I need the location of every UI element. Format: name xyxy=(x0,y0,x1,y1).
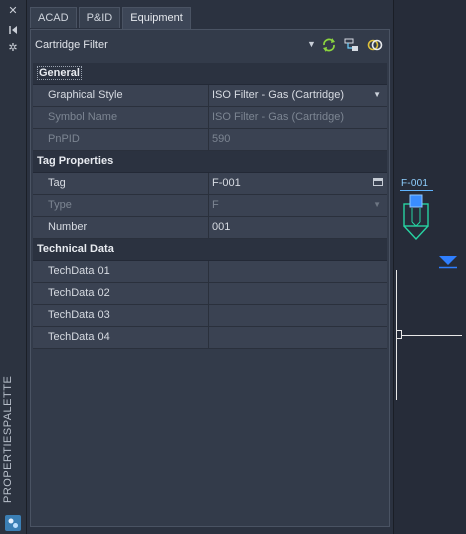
flow-arrow-icon[interactable] xyxy=(438,255,458,269)
property-row-symbol-name: Symbol Name ISO Filter - Gas (Cartridge) xyxy=(33,107,387,129)
chevron-down-icon[interactable]: ▼ xyxy=(307,39,316,49)
property-row-techdata-02[interactable]: TechData 02 xyxy=(33,283,387,305)
property-row-techdata-01[interactable]: TechData 01 xyxy=(33,261,387,283)
tag-underline xyxy=(400,190,433,191)
properties-palette: ACAD P&ID Equipment Cartridge Filter ▼ G… xyxy=(27,0,394,534)
property-row-techdata-03[interactable]: TechData 03 xyxy=(33,305,387,327)
auto-hide-icon[interactable] xyxy=(7,24,19,36)
category-general[interactable]: General xyxy=(33,63,387,85)
cartridge-filter-symbol[interactable] xyxy=(403,194,429,240)
object-selector[interactable]: Cartridge Filter ▼ xyxy=(31,30,389,60)
palette-title-strip: ✕ ✲ PROPERTIESPALETTE xyxy=(0,0,27,534)
palette-tabs: ACAD P&ID Equipment xyxy=(30,7,193,29)
close-icon[interactable]: ✕ xyxy=(7,5,19,17)
property-row-tag[interactable]: Tag F-001 xyxy=(33,173,387,195)
category-technical-data[interactable]: Technical Data xyxy=(33,239,387,261)
settings-icon[interactable]: ✲ xyxy=(7,42,19,54)
chevron-down-icon: ▼ xyxy=(373,200,381,209)
property-row-graphical-style[interactable]: Graphical Style ISO Filter - Gas (Cartri… xyxy=(33,85,387,107)
tab-acad[interactable]: ACAD xyxy=(30,7,77,28)
tab-equipment[interactable]: Equipment xyxy=(122,7,191,29)
select-objects-icon[interactable] xyxy=(344,37,360,53)
category-tag-properties[interactable]: Tag Properties xyxy=(33,151,387,173)
property-row-pnpid: PnPID 590 xyxy=(33,129,387,151)
quick-select-icon[interactable] xyxy=(367,37,383,53)
property-row-number[interactable]: Number 001 xyxy=(33,217,387,239)
refresh-icon[interactable] xyxy=(321,37,337,53)
pipe-line-horizontal[interactable] xyxy=(402,335,462,336)
property-row-type: Type F ▼ xyxy=(33,195,387,217)
edit-tag-icon[interactable] xyxy=(373,178,383,186)
plant-icon[interactable] xyxy=(5,515,21,531)
object-type-label[interactable]: Cartridge Filter xyxy=(35,39,108,51)
property-row-techdata-04[interactable]: TechData 04 xyxy=(33,327,387,349)
palette-title: PROPERTIESPALETTE xyxy=(2,375,14,503)
chevron-down-icon[interactable]: ▼ xyxy=(373,85,381,105)
tab-pid[interactable]: P&ID xyxy=(78,7,121,28)
palette-body: Cartridge Filter ▼ General Graphical Sty… xyxy=(30,29,390,527)
property-grid: General Graphical Style ISO Filter - Gas… xyxy=(33,63,387,349)
drawing-tag-label[interactable]: F-001 xyxy=(401,178,428,189)
